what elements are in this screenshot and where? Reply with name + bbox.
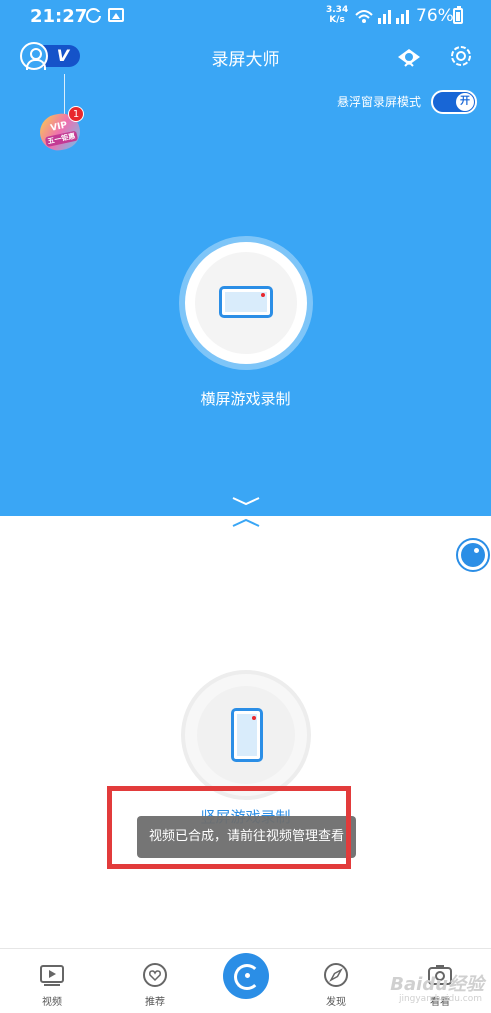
battery-level: 76% xyxy=(416,6,454,26)
heart-icon xyxy=(143,963,167,987)
watermark-main: Baidu经验 xyxy=(390,974,484,995)
nav-label-discover: 发现 xyxy=(326,997,346,1008)
sync-icon xyxy=(86,8,102,23)
watermark-sub: jingyan.baidu.com xyxy=(398,994,482,1004)
floating-record-button[interactable] xyxy=(456,538,490,572)
baidu-watermark: Baidu经验 jingyan.baidu.com xyxy=(366,968,490,1008)
toggle-knob: 开 xyxy=(456,93,474,111)
portrait-record-button[interactable] xyxy=(185,674,307,796)
customer-service-icon[interactable] xyxy=(396,44,422,70)
image-icon xyxy=(108,8,124,22)
network-speed-unit: K/s xyxy=(329,15,345,25)
battery-icon xyxy=(453,6,463,24)
settings-gear-icon[interactable] xyxy=(448,43,474,69)
float-mode-label: 悬浮窗录屏模式 xyxy=(336,95,421,109)
top-panel: 21:27 3.34 K/s 76% V 录屏大师 VIP 五一钜惠 1 悬浮窗… xyxy=(0,0,491,516)
annotation-highlight-box xyxy=(107,786,351,869)
network-speed: 3.34 K/s xyxy=(326,5,348,25)
promo-string xyxy=(64,74,65,114)
nav-item-video[interactable]: 视频 xyxy=(22,961,82,1011)
signal-icon xyxy=(355,10,409,24)
video-icon xyxy=(40,965,64,986)
portrait-phone-icon xyxy=(231,708,263,762)
avatar-icon xyxy=(20,42,48,70)
compass-icon xyxy=(324,963,348,987)
nav-item-recommend[interactable]: 推荐 xyxy=(125,961,185,1011)
status-time: 21:27 xyxy=(30,6,88,27)
landscape-phone-icon xyxy=(219,286,273,318)
header: V 录屏大师 xyxy=(0,36,491,76)
chevron-up-icon[interactable] xyxy=(231,518,261,528)
vip-promo-banner[interactable]: VIP 五一钜惠 1 xyxy=(36,74,90,154)
float-mode-toggle[interactable]: 开 xyxy=(431,90,477,114)
network-speed-value: 3.34 xyxy=(326,5,349,15)
nav-item-discover[interactable]: 发现 xyxy=(306,961,366,1011)
landscape-record-label: 横屏游戏录制 xyxy=(200,390,291,408)
nav-record-button[interactable] xyxy=(223,953,269,999)
landscape-record-button[interactable] xyxy=(185,242,307,364)
status-bar: 21:27 3.34 K/s 76% xyxy=(0,0,491,32)
nav-label-video: 视频 xyxy=(42,997,62,1008)
notification-badge: 1 xyxy=(68,106,84,122)
chevron-down-icon[interactable] xyxy=(231,496,261,506)
nav-label-recommend: 推荐 xyxy=(145,997,165,1008)
